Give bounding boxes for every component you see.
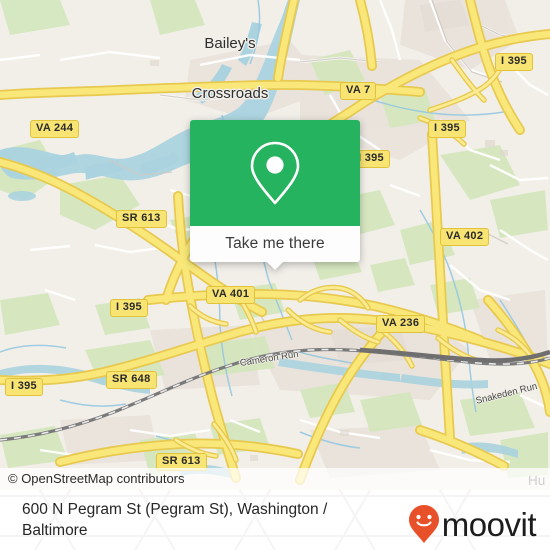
- map-pin-icon: [250, 141, 300, 205]
- road-shield[interactable]: I 395: [110, 299, 148, 317]
- moovit-logo[interactable]: moovit: [408, 504, 537, 544]
- road-shield[interactable]: VA 7: [340, 82, 377, 100]
- take-me-there-button[interactable]: Take me there: [225, 235, 325, 253]
- road-shield[interactable]: VA 401: [206, 286, 256, 304]
- moovit-wordmark: moovit: [441, 505, 537, 543]
- road-shield[interactable]: I 395: [495, 53, 533, 71]
- road-shield[interactable]: I 395: [428, 120, 466, 138]
- screenshot-root: Bailey's Crossroads Rose Hill Hu Cameron…: [0, 0, 550, 550]
- road-shield[interactable]: I 395: [5, 378, 43, 396]
- location-popup-card[interactable]: Take me there: [190, 120, 360, 270]
- footer-bar: 600 N Pegram St (Pegram St), Washington …: [0, 490, 550, 550]
- road-shield[interactable]: SR 648: [106, 371, 157, 389]
- road-shield[interactable]: VA 402: [440, 228, 490, 246]
- road-shield[interactable]: VA 244: [30, 120, 80, 138]
- moovit-pin-smile-icon: [408, 505, 439, 543]
- location-address: 600 N Pegram St (Pegram St), Washington …: [22, 501, 328, 539]
- road-shield[interactable]: VA 236: [376, 315, 426, 333]
- popup-action-row[interactable]: Take me there: [190, 226, 360, 270]
- popup-header: [190, 120, 360, 226]
- popup-tail: [266, 261, 284, 270]
- map-attribution[interactable]: © OpenStreetMap contributors: [0, 468, 550, 490]
- road-shield[interactable]: SR 613: [116, 210, 167, 228]
